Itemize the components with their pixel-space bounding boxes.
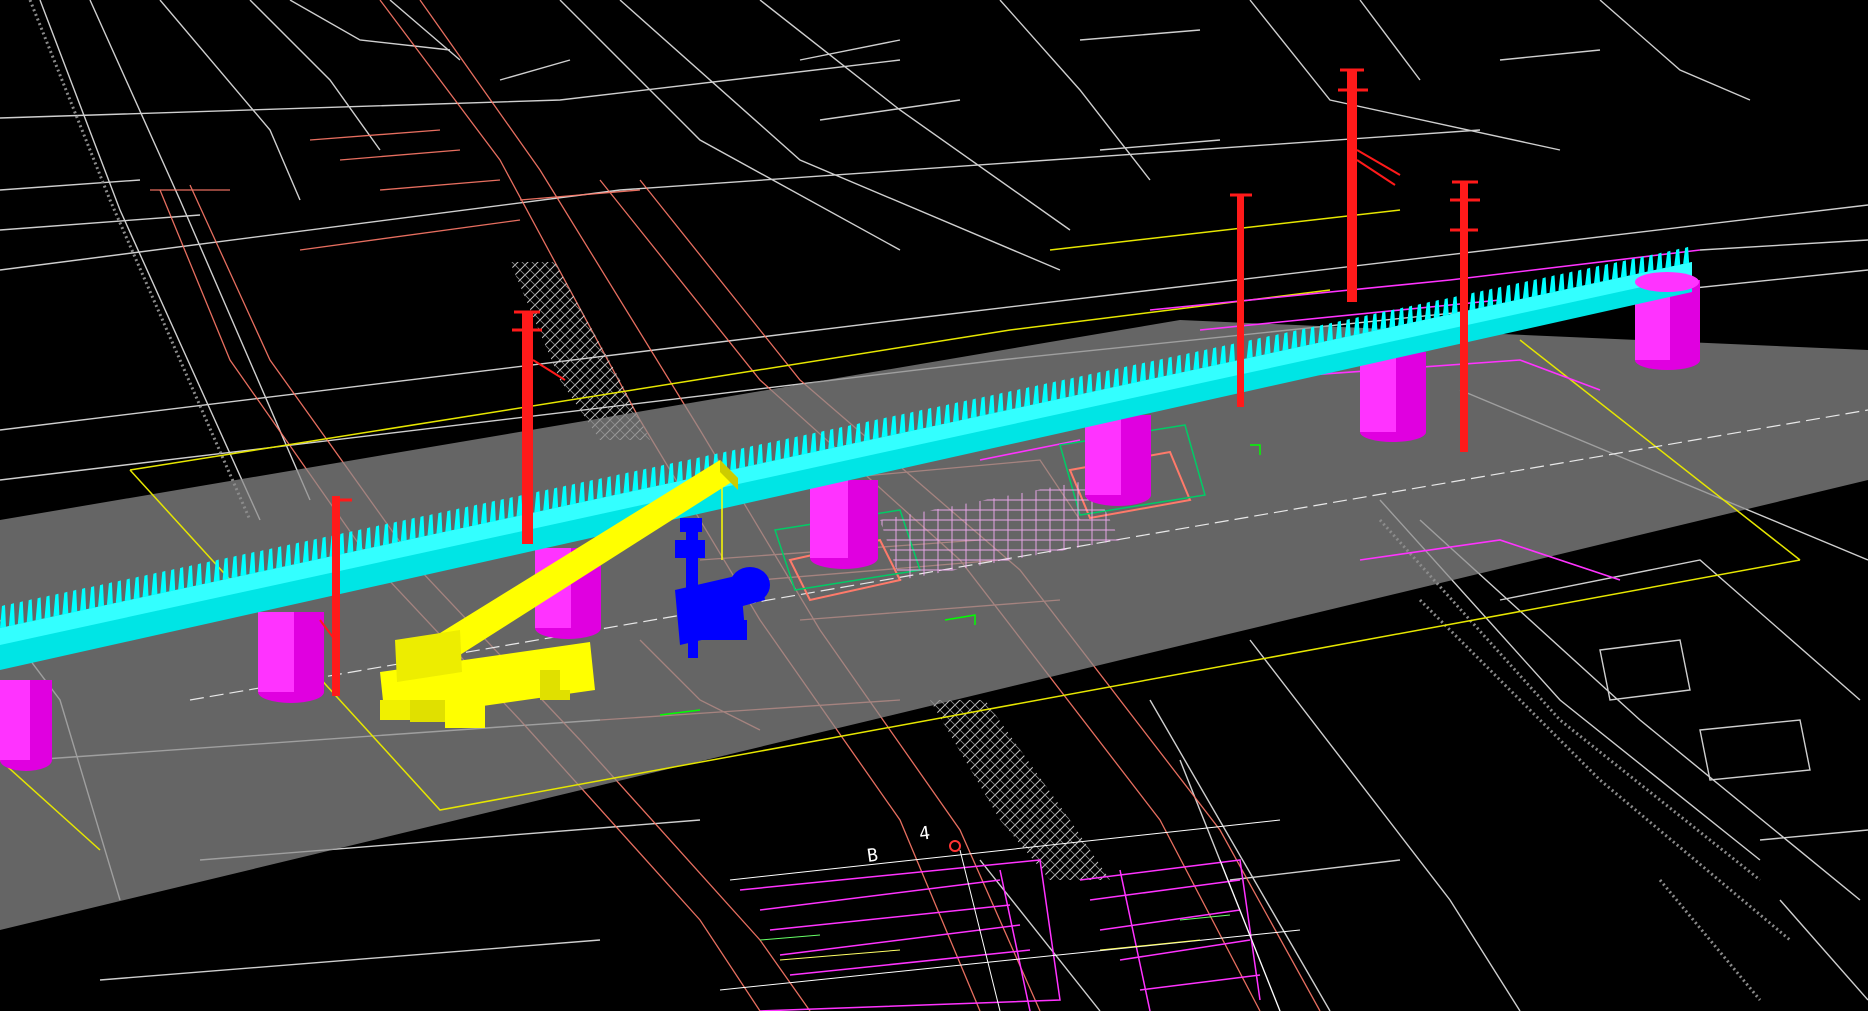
pier [0,680,52,771]
pier [810,480,878,569]
piers-front [1635,272,1699,292]
pier [258,612,324,703]
cad-3d-viewport[interactable]: B 4 [0,0,1868,1011]
pier [1085,415,1151,506]
pier [1360,352,1426,442]
